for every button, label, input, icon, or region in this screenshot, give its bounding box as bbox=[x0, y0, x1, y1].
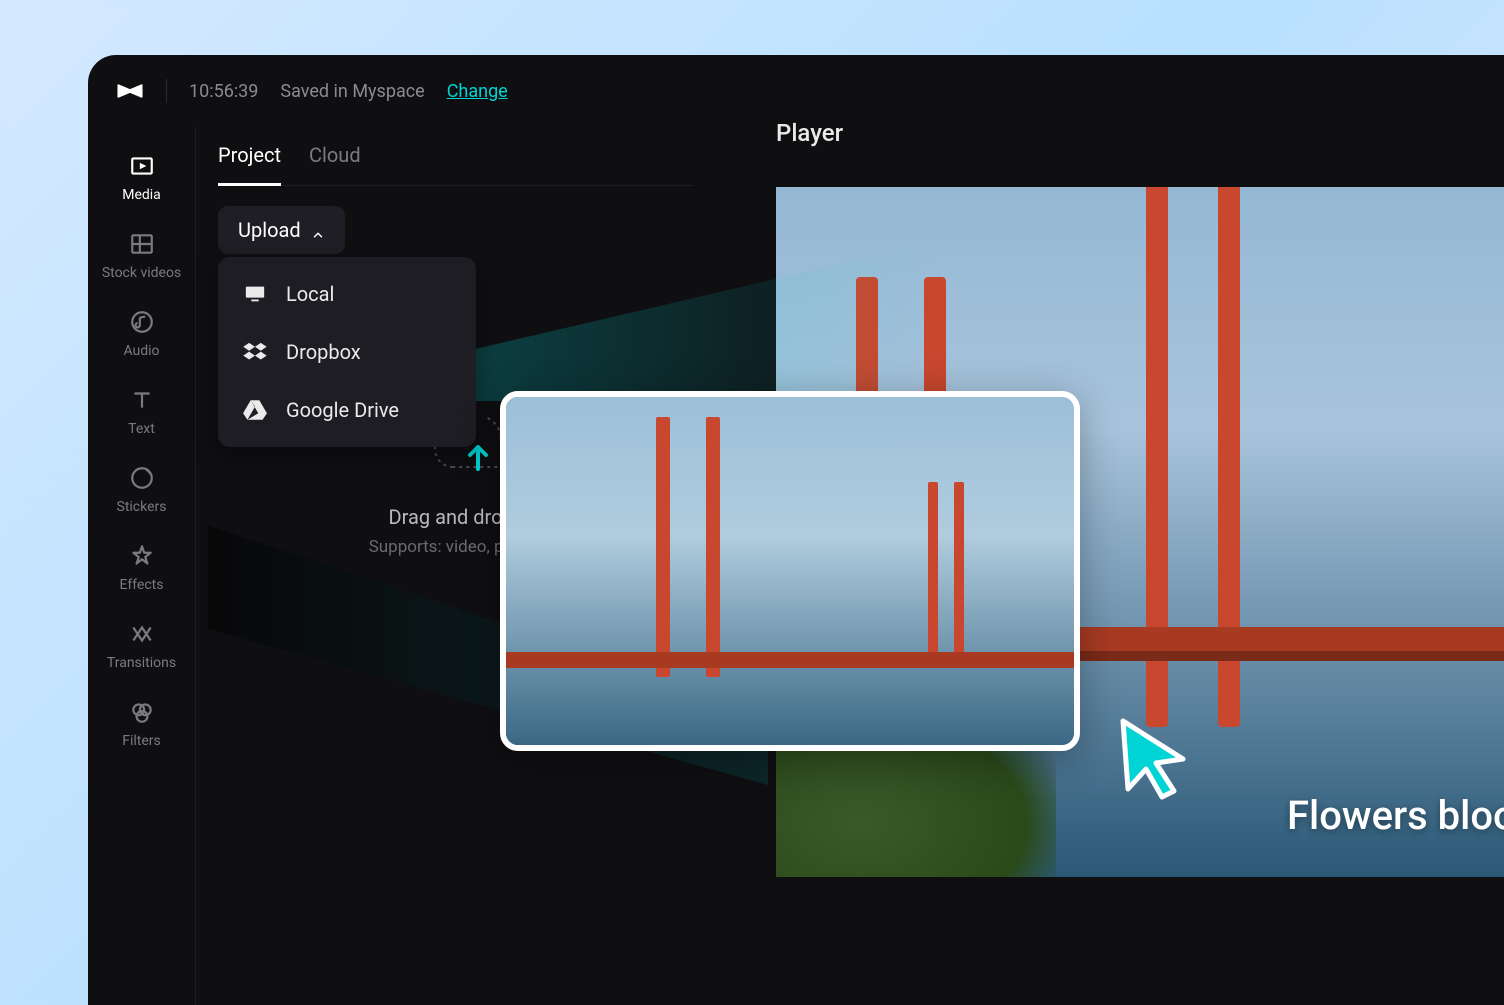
sidebar-item-text[interactable]: Text bbox=[88, 373, 195, 451]
sidebar-item-media[interactable]: Media bbox=[88, 139, 195, 217]
upload-button-label: Upload bbox=[238, 218, 301, 242]
stickers-icon bbox=[129, 465, 155, 491]
upload-option-dropbox[interactable]: Dropbox bbox=[218, 323, 476, 381]
media-tabs: Project Cloud bbox=[218, 143, 694, 186]
dropdown-item-label: Dropbox bbox=[286, 340, 361, 364]
sidebar-item-label: Text bbox=[128, 421, 155, 437]
save-status: Saved in Myspace bbox=[280, 81, 424, 102]
upload-option-local[interactable]: Local bbox=[218, 265, 476, 323]
sidebar-item-label: Audio bbox=[123, 343, 159, 359]
app-window: 10:56:39 Saved in Myspace Change Media S… bbox=[88, 55, 1504, 1005]
upload-dropdown: Local Dropbox Google Drive bbox=[218, 257, 476, 447]
effects-icon bbox=[129, 543, 155, 569]
stock-videos-icon bbox=[129, 231, 155, 257]
upload-option-google-drive[interactable]: Google Drive bbox=[218, 381, 476, 439]
sidebar-item-stock-videos[interactable]: Stock videos bbox=[88, 217, 195, 295]
topbar: 10:56:39 Saved in Myspace Change bbox=[88, 55, 1504, 127]
dropdown-item-label: Google Drive bbox=[286, 398, 399, 422]
media-icon bbox=[129, 153, 155, 179]
audio-icon bbox=[129, 309, 155, 335]
cursor-pointer-icon bbox=[1108, 711, 1198, 801]
tab-cloud[interactable]: Cloud bbox=[309, 143, 361, 186]
change-link[interactable]: Change bbox=[447, 81, 508, 102]
dragged-media-thumbnail[interactable] bbox=[500, 391, 1080, 751]
dropbox-icon bbox=[242, 339, 268, 365]
divider bbox=[166, 79, 167, 103]
text-icon bbox=[129, 387, 155, 413]
sidebar-item-transitions[interactable]: Transitions bbox=[88, 607, 195, 685]
chevron-up-icon bbox=[311, 223, 325, 237]
sidebar-item-filters[interactable]: Filters bbox=[88, 685, 195, 763]
sidebar-item-label: Media bbox=[122, 187, 161, 203]
sidebar-item-label: Filters bbox=[122, 733, 161, 749]
dropdown-item-label: Local bbox=[286, 282, 334, 306]
transitions-icon bbox=[129, 621, 155, 647]
video-caption: Flowers bloom in sp bbox=[1287, 792, 1504, 839]
filters-icon bbox=[129, 699, 155, 725]
sidebar-item-label: Stock videos bbox=[102, 265, 181, 281]
local-icon bbox=[242, 281, 268, 307]
sidebar-item-audio[interactable]: Audio bbox=[88, 295, 195, 373]
sidebar-item-label: Transitions bbox=[107, 655, 176, 671]
tab-project[interactable]: Project bbox=[218, 143, 281, 186]
sidebar-item-label: Effects bbox=[120, 577, 164, 593]
sidebar: Media Stock videos Audio Text bbox=[88, 127, 196, 1005]
google-drive-icon bbox=[242, 397, 268, 423]
capcut-logo-icon bbox=[116, 77, 144, 105]
thumbnail-image bbox=[506, 397, 1074, 745]
player-title: Player bbox=[776, 119, 843, 147]
sidebar-item-effects[interactable]: Effects bbox=[88, 529, 195, 607]
sidebar-item-label: Stickers bbox=[117, 499, 167, 515]
save-timestamp: 10:56:39 bbox=[189, 81, 258, 102]
upload-button[interactable]: Upload bbox=[218, 206, 345, 254]
sidebar-item-stickers[interactable]: Stickers bbox=[88, 451, 195, 529]
